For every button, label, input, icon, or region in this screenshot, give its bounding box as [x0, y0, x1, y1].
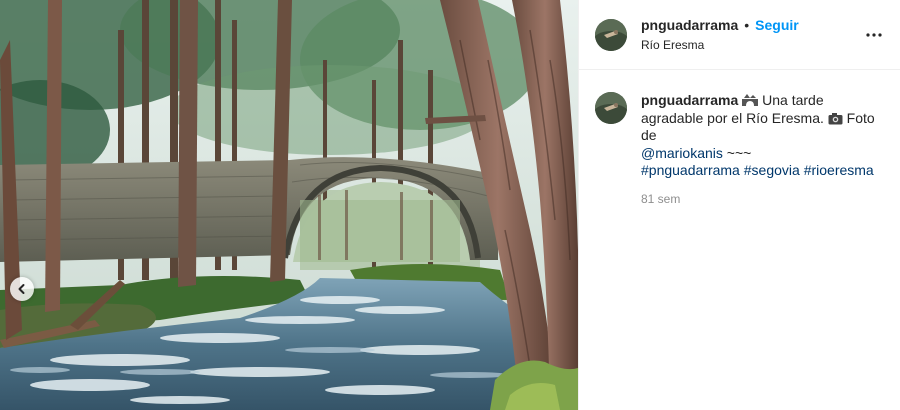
caption-tilde: ~~~	[726, 144, 752, 161]
camera-emoji-icon	[828, 112, 843, 124]
more-horizontal-icon	[866, 32, 882, 37]
caption-avatar[interactable]	[595, 92, 627, 124]
post-media[interactable]	[0, 0, 578, 410]
header-row: pnguadarrama • Seguir	[641, 16, 862, 34]
separator-dot: •	[744, 16, 750, 33]
mention-link[interactable]: @mariokanis	[641, 145, 723, 161]
avatar[interactable]	[595, 18, 627, 51]
hashtag-link[interactable]: #rioeresma	[804, 162, 874, 178]
caption-text: pnguadarrama Una tarde agradable por el …	[641, 92, 877, 180]
river-bridge-photo	[0, 0, 578, 410]
more-options-button[interactable]	[862, 23, 886, 47]
username-link[interactable]: pnguadarrama	[641, 16, 738, 34]
follow-button[interactable]: Seguir	[755, 16, 799, 34]
hashtag-link[interactable]: #pnguadarrama	[641, 162, 740, 178]
caption-row: pnguadarrama Una tarde agradable por el …	[579, 70, 900, 208]
post-sidebar: pnguadarrama • Seguir Río Eresma pnguada…	[578, 0, 900, 410]
caption-body: pnguadarrama Una tarde agradable por el …	[641, 92, 877, 208]
stone-bridge-emoji-icon	[742, 94, 759, 106]
carousel-prev-button[interactable]	[10, 277, 34, 301]
profile-picture	[595, 92, 627, 124]
instagram-post: pnguadarrama • Seguir Río Eresma pnguada…	[0, 0, 900, 410]
profile-picture	[595, 18, 627, 51]
location-link[interactable]: Río Eresma	[641, 36, 862, 54]
caption-username-link[interactable]: pnguadarrama	[641, 92, 738, 108]
chevron-left-icon	[18, 284, 25, 294]
hashtag-link[interactable]: #segovia	[744, 162, 800, 178]
post-timestamp[interactable]: 81 sem	[641, 191, 877, 209]
header-text: pnguadarrama • Seguir Río Eresma	[641, 16, 862, 54]
post-header: pnguadarrama • Seguir Río Eresma	[579, 0, 900, 70]
